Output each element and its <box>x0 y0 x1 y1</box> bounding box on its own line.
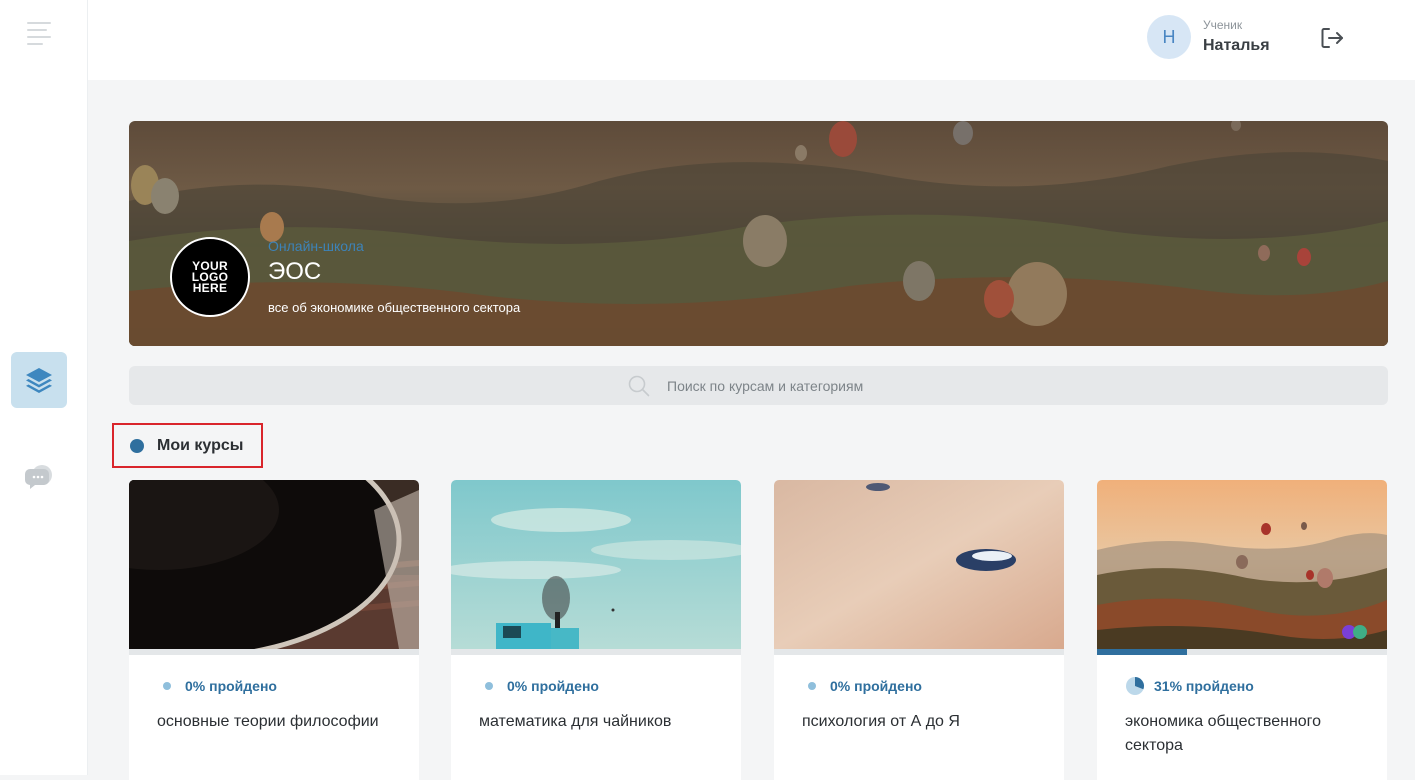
progress-dot-icon <box>808 682 816 690</box>
course-progress-label: 0% пройдено <box>507 678 599 694</box>
sidebar <box>0 0 88 775</box>
course-progress-bar <box>774 649 1064 655</box>
course-progress-status: 0% пройдено <box>802 677 922 695</box>
progress-dot-icon <box>163 682 171 690</box>
layers-icon <box>26 368 52 393</box>
user-name[interactable]: Наталья <box>1203 37 1270 55</box>
course-title: экономика общественного сектора <box>1125 713 1322 754</box>
school-description: все об экономике общественного сектора <box>268 300 521 315</box>
school-name: ЭОС <box>268 258 322 285</box>
course-card[interactable]: 0% пройдено основные теории философии <box>129 480 419 780</box>
course-card[interactable]: 0% пройдено психология от А до Я <box>774 480 1064 780</box>
search-icon <box>628 375 650 396</box>
course-progress-status: 31% пройдено <box>1125 677 1254 695</box>
course-progress-label: 31% пройдено <box>1154 678 1254 694</box>
logout-button[interactable] <box>1318 24 1346 52</box>
school-type-label: Онлайн-школа <box>268 238 364 254</box>
progress-dot-icon <box>485 682 493 690</box>
course-progress-label: 0% пройдено <box>830 678 922 694</box>
course-image <box>451 480 741 649</box>
section-bullet-icon <box>130 439 144 453</box>
school-logo: YOUR LOGO HERE <box>170 237 250 317</box>
progress-pie-icon <box>1126 677 1145 695</box>
course-image <box>774 480 1064 649</box>
search-bar[interactable] <box>129 366 1388 405</box>
course-progress-bar <box>451 649 741 655</box>
course-title: математика для чайников <box>479 713 672 730</box>
sidebar-item-courses[interactable] <box>11 352 67 408</box>
avatar[interactable]: Н <box>1147 15 1191 59</box>
section-title: Мои курсы <box>157 437 244 454</box>
course-card[interactable]: 0% пройдено математика для чайников <box>451 480 741 780</box>
search-input[interactable] <box>665 376 889 395</box>
course-card[interactable]: 31% пройдено экономика общественного сек… <box>1097 480 1387 780</box>
school-banner: YOUR LOGO HERE Онлайн-школа ЭОС все об э… <box>129 121 1388 346</box>
course-image <box>129 480 419 649</box>
course-progress-status: 0% пройдено <box>157 677 277 695</box>
hamburger-menu-icon[interactable] <box>27 22 51 45</box>
course-title: основные теории философии <box>157 713 379 730</box>
course-title: психология от А до Я <box>802 713 960 730</box>
chat-bubble-icon <box>25 465 52 489</box>
sidebar-item-chat[interactable] <box>24 462 56 494</box>
course-image <box>1097 480 1387 649</box>
my-courses-heading: Мои курсы <box>112 423 263 468</box>
course-progress-bar <box>1097 649 1387 655</box>
course-progress-label: 0% пройдено <box>185 678 277 694</box>
course-progress-status: 0% пройдено <box>479 677 599 695</box>
school-logo-text: YOUR LOGO HERE <box>191 258 229 295</box>
user-role: Ученик <box>1203 18 1243 32</box>
logout-icon <box>1321 28 1343 48</box>
course-progress-bar <box>129 649 419 655</box>
course-progress-fill <box>1097 649 1187 655</box>
